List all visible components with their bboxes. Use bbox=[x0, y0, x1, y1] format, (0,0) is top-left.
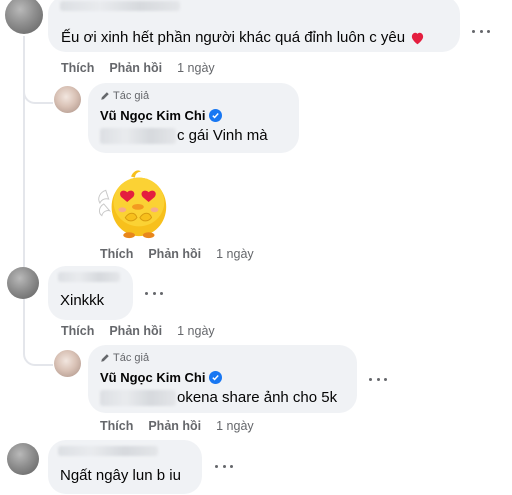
reply-button[interactable]: Phản hồi bbox=[109, 324, 162, 338]
reply-button[interactable]: Phản hồi bbox=[109, 61, 162, 75]
more-options-icon[interactable] bbox=[145, 288, 163, 298]
comment-text: Ếu ơi xinh hết phần người khác quá đỉnh … bbox=[61, 29, 406, 46]
comment-text: Ngất ngây lun b iu bbox=[60, 467, 181, 484]
comment-text: Xinkkk bbox=[60, 292, 105, 309]
like-button[interactable]: Thích bbox=[100, 419, 133, 433]
timestamp[interactable]: 1 ngày bbox=[177, 61, 215, 75]
commenter-name-redacted[interactable] bbox=[60, 1, 180, 11]
verified-badge-icon bbox=[209, 109, 223, 122]
pencil-icon bbox=[101, 354, 109, 362]
verified-badge-icon bbox=[209, 371, 223, 384]
reply-text: c gái Vinh mà bbox=[177, 127, 268, 144]
timestamp[interactable]: 1 ngày bbox=[216, 247, 254, 261]
reply-bubble: Tác giả Vũ Ngọc Kim Chi okena share ảnh … bbox=[88, 345, 357, 413]
thread-connector bbox=[23, 336, 53, 366]
like-button[interactable]: Thích bbox=[100, 247, 133, 261]
more-options-icon[interactable] bbox=[215, 461, 233, 471]
comment-bubble: Ngất ngây lun b iu bbox=[48, 440, 202, 494]
reply-button[interactable]: Phản hồi bbox=[148, 247, 201, 261]
reply-button[interactable]: Phản hồi bbox=[148, 419, 201, 433]
reply-bubble: Tác giả Vũ Ngọc Kim Chi c gái Vinh mà bbox=[88, 83, 299, 153]
timestamp[interactable]: 1 ngày bbox=[216, 419, 254, 433]
like-button[interactable]: Thích bbox=[61, 61, 94, 75]
more-options-icon[interactable] bbox=[472, 26, 490, 36]
commenter-name-redacted[interactable] bbox=[58, 272, 120, 282]
author-name[interactable]: Vũ Ngọc Kim Chi bbox=[100, 108, 205, 123]
author-avatar[interactable] bbox=[54, 86, 81, 113]
pencil-icon bbox=[101, 92, 109, 100]
commenter-name-redacted[interactable] bbox=[58, 446, 158, 456]
author-tag-label: Tác giả bbox=[113, 90, 150, 102]
thread-connector bbox=[23, 84, 53, 104]
redacted-text bbox=[100, 127, 176, 144]
like-button[interactable]: Thích bbox=[61, 324, 94, 338]
author-tag-label: Tác giả bbox=[113, 352, 150, 364]
reply-text: okena share ảnh cho 5k bbox=[177, 389, 338, 406]
commenter-avatar[interactable] bbox=[5, 0, 43, 34]
thread-line bbox=[23, 300, 25, 340]
timestamp[interactable]: 1 ngày bbox=[177, 324, 215, 338]
author-name[interactable]: Vũ Ngọc Kim Chi bbox=[100, 370, 205, 385]
redacted-text bbox=[100, 389, 176, 406]
comment-actions: Thích Phản hồi 1 ngày bbox=[61, 61, 215, 75]
comment-bubble: Xinkkk bbox=[48, 266, 133, 320]
heart-emoji-icon bbox=[411, 32, 424, 44]
reply-actions: Thích Phản hồi 1 ngày bbox=[100, 247, 254, 261]
chick-heart-eyes-sticker[interactable] bbox=[96, 163, 174, 241]
comment-actions: Thích Phản hồi 1 ngày bbox=[61, 324, 215, 338]
more-options-icon[interactable] bbox=[369, 374, 387, 384]
reply-actions: Thích Phản hồi 1 ngày bbox=[100, 419, 254, 433]
author-avatar[interactable] bbox=[54, 350, 81, 377]
commenter-avatar[interactable] bbox=[7, 443, 39, 475]
comment-bubble: Ếu ơi xinh hết phần người khác quá đỉnh … bbox=[48, 0, 460, 52]
commenter-avatar[interactable] bbox=[7, 267, 39, 299]
